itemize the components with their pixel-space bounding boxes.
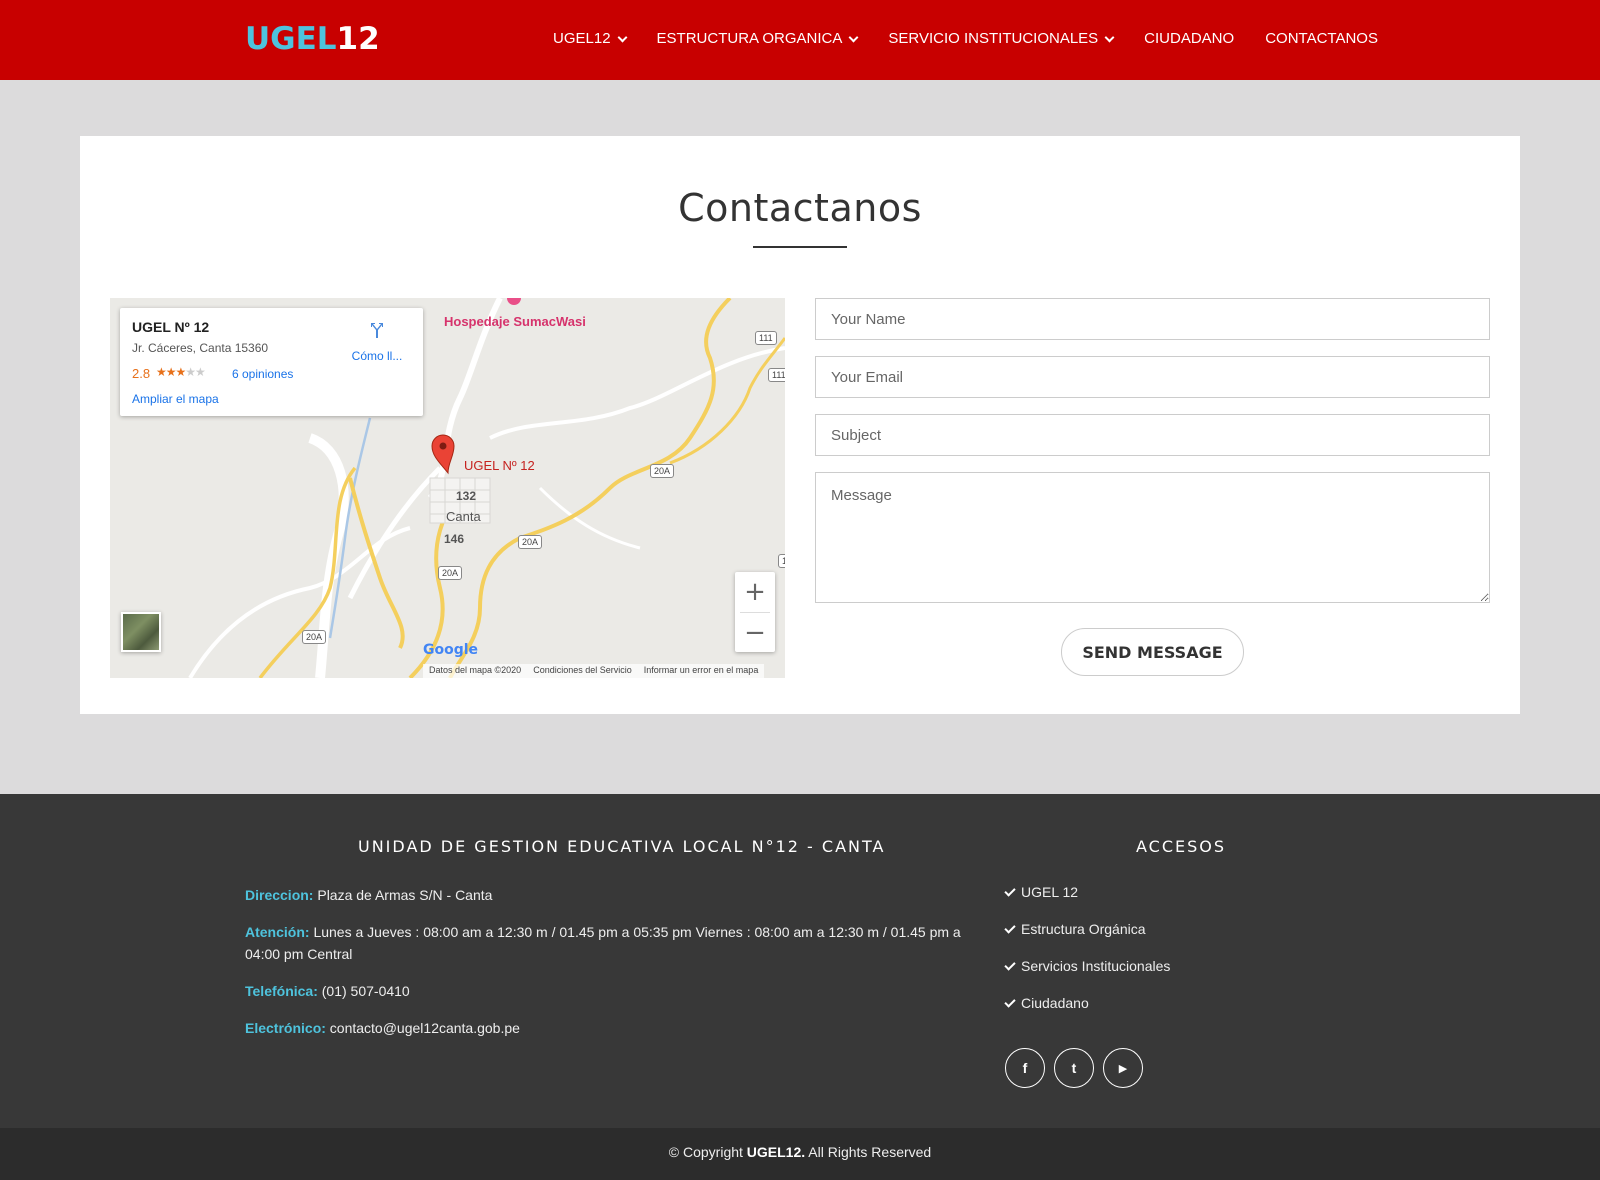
road-number: 20A: [650, 464, 675, 478]
reviews-link[interactable]: 6 opiniones: [232, 367, 293, 381]
google-logo-text: Google: [423, 642, 479, 658]
twitter-button[interactable]: t: [1054, 1048, 1094, 1088]
map-info-card: UGEL Nº 12 Jr. Cáceres, Canta 15360 2.8 …: [120, 308, 423, 416]
atencion-label: Atención:: [245, 924, 310, 940]
enlarge-map-link[interactable]: Ampliar el mapa: [132, 392, 219, 406]
zoom-in-button[interactable]: +: [735, 572, 775, 612]
chevron-down-icon: [1104, 32, 1115, 42]
accesos-link-servicios[interactable]: Servicios Institucionales: [1004, 958, 1171, 974]
map-data-credit[interactable]: Datos del mapa ©2020: [429, 665, 521, 677]
zoom-controls: + −: [735, 572, 775, 652]
block-label: 146: [444, 532, 465, 546]
google-logo: Google: [423, 642, 478, 658]
page-title: Contactanos: [678, 186, 922, 230]
email-input[interactable]: [815, 356, 1490, 398]
satellite-toggle[interactable]: [121, 612, 161, 652]
road-number: 20A: [302, 630, 327, 644]
rating-value: 2.8: [132, 366, 151, 381]
direccion-label: Direccion:: [245, 887, 314, 903]
road-number: 111: [755, 331, 777, 345]
report-error-link[interactable]: Informar un error en el mapa: [644, 665, 759, 677]
zoom-out-button[interactable]: −: [735, 613, 775, 653]
block-label: 132: [456, 489, 477, 503]
accesos-label: UGEL 12: [1021, 884, 1079, 900]
terms-link[interactable]: Condiciones del Servicio: [533, 665, 632, 677]
nav-label: SERVICIO INSTITUCIONALES: [888, 30, 1099, 47]
nav-label: CONTACTANOS: [1265, 30, 1378, 47]
direccion-value: Plaza de Armas S/N - Canta: [317, 887, 493, 903]
road-number: 111: [768, 368, 785, 382]
accesos-label: Estructura Orgánica: [1021, 921, 1146, 937]
check-icon: [1004, 958, 1016, 971]
youtube-icon: ▶: [1118, 1062, 1128, 1075]
footer-heading-institution: UNIDAD DE GESTION EDUCATIVA LOCAL N°12 -…: [358, 837, 886, 856]
accesos-link-estructura[interactable]: Estructura Orgánica: [1004, 921, 1146, 937]
place-name: UGEL Nº 12: [132, 319, 210, 335]
nav-item-servicio-institucionales[interactable]: SERVICIO INSTITUCIONALES: [888, 28, 1115, 50]
footer-atencion: Atención: Lunes a Jueves : 08:00 am a 12…: [245, 921, 965, 965]
check-icon: [1004, 921, 1016, 934]
nav-item-contactanos[interactable]: CONTACTANOS: [1265, 28, 1378, 50]
poi-label: Hospedaje SumacWasi: [444, 314, 586, 329]
nav-item-estructura-organica[interactable]: ESTRUCTURA ORGANICA: [656, 28, 859, 50]
message-textarea[interactable]: [815, 472, 1490, 603]
site-logo[interactable]: UGEL12: [245, 20, 380, 58]
road-number: 1: [778, 554, 785, 568]
map-attribution: Datos del mapa ©2020 Condiciones del Ser…: [423, 664, 765, 678]
chevron-down-icon: [848, 32, 859, 42]
name-input[interactable]: [815, 298, 1490, 340]
main-nav: UGEL12 ESTRUCTURA ORGANICA SERVICIO INST…: [553, 28, 1409, 50]
accesos-label: Ciudadano: [1021, 995, 1089, 1011]
title-underline: [753, 246, 847, 248]
subject-input[interactable]: [815, 414, 1490, 456]
check-icon: [1004, 884, 1016, 897]
accesos-link-ciudadano[interactable]: Ciudadano: [1004, 995, 1089, 1011]
footer-heading-accesos: ACCESOS: [1136, 837, 1227, 856]
road-number: 20A: [518, 535, 543, 549]
logo-text-ugel: UGEL: [245, 21, 337, 57]
top-navbar: UGEL12 UGEL12 ESTRUCTURA ORGANICA SERVIC…: [0, 0, 1600, 80]
nav-item-ugel12[interactable]: UGEL12: [553, 28, 627, 50]
copyright-text: © Copyright UGEL12. All Rights Reserved: [0, 1144, 1600, 1160]
telefonica-label: Telefónica:: [245, 983, 318, 999]
directions-label: Cómo ll...: [351, 349, 403, 363]
facebook-icon: f: [1022, 1060, 1028, 1076]
copyright-suffix: All Rights Reserved: [808, 1144, 932, 1160]
nav-label: UGEL12: [553, 30, 611, 47]
marker-label: UGEL Nº 12: [464, 458, 535, 473]
chevron-down-icon: [617, 32, 627, 42]
contact-card: Contactanos Hospedaje SumacWasi UGEL Nº …: [80, 136, 1520, 714]
directions-icon: [371, 323, 383, 338]
footer-telefonica: Telefónica: (01) 507-0410: [245, 980, 965, 1002]
road-number: 20A: [438, 566, 463, 580]
telefonica-value: (01) 507-0410: [321, 983, 410, 999]
accesos-link-ugel12[interactable]: UGEL 12: [1004, 884, 1079, 900]
footer-electronico: Electrónico: contacto@ugel12canta.gob.pe: [245, 1017, 965, 1039]
copyright-bar: © Copyright UGEL12. All Rights Reserved: [0, 1128, 1600, 1180]
nav-label: ESTRUCTURA ORGANICA: [656, 30, 843, 47]
nav-item-ciudadano[interactable]: CIUDADANO: [1144, 28, 1234, 50]
copyright-prefix: © Copyright: [668, 1144, 743, 1160]
google-map[interactable]: Hospedaje SumacWasi UGEL Nº 12 132 Canta…: [110, 298, 785, 678]
footer-direccion: Direccion: Plaza de Armas S/N - Canta: [245, 884, 965, 906]
accesos-label: Servicios Institucionales: [1021, 958, 1171, 974]
nav-label: CIUDADANO: [1144, 30, 1235, 47]
logo-text-12: 12: [336, 21, 380, 57]
electronico-value: contacto@ugel12canta.gob.pe: [329, 1020, 520, 1036]
youtube-button[interactable]: ▶: [1103, 1048, 1143, 1088]
town-label: Canta: [446, 509, 481, 524]
copyright-brand: UGEL12.: [746, 1144, 806, 1160]
check-icon: [1004, 995, 1016, 1008]
atencion-value: Lunes a Jueves : 08:00 am a 12:30 m / 01…: [245, 924, 961, 962]
star-rating-icon: ★★★★★: [156, 365, 206, 379]
place-address: Jr. Cáceres, Canta 15360: [132, 341, 269, 355]
directions-button[interactable]: Cómo ll...: [342, 320, 412, 363]
twitter-icon: t: [1071, 1060, 1077, 1076]
electronico-label: Electrónico:: [245, 1020, 326, 1036]
facebook-button[interactable]: f: [1005, 1048, 1045, 1088]
send-message-button[interactable]: SEND MESSAGE: [1061, 628, 1244, 676]
